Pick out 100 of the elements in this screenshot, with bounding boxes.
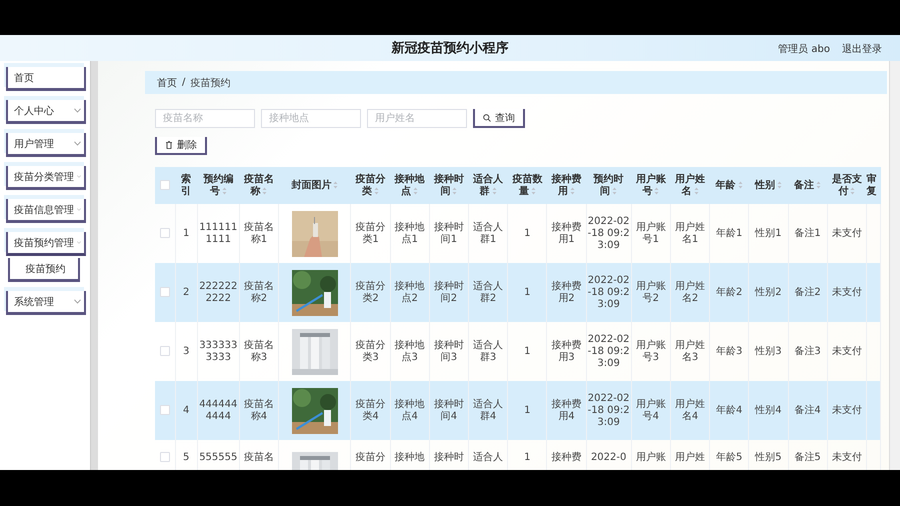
- scrollbar[interactable]: [889, 61, 900, 470]
- table-cell: 年龄5: [716, 452, 742, 464]
- search-field[interactable]: 疫苗名称: [155, 109, 255, 128]
- table-cell: 接种时: [434, 452, 464, 464]
- sort-icon: [413, 186, 418, 194]
- table-cell: 适合人: [473, 452, 504, 464]
- row-checkbox[interactable]: [160, 404, 170, 415]
- table-cell: 备注2: [794, 286, 821, 298]
- chevron-down-icon: [74, 141, 81, 146]
- table-cell: 性别3: [755, 346, 782, 358]
- column-header[interactable]: 年龄: [710, 167, 749, 204]
- column-header[interactable]: 接种时间: [429, 167, 468, 204]
- column-header[interactable]: 审复: [866, 167, 880, 204]
- table-cell: 用户姓: [675, 452, 706, 464]
- row-checkbox[interactable]: [160, 286, 170, 297]
- sort-icon: [222, 186, 227, 194]
- column-header[interactable]: 预约时间: [586, 167, 632, 204]
- table-cell: 性别4: [755, 404, 782, 416]
- table-cell: 接种地: [394, 452, 425, 464]
- column-header[interactable]: 备注: [788, 167, 828, 204]
- table-cell-text: 用户账号4: [634, 398, 667, 422]
- table-cell: 年龄2: [716, 286, 742, 298]
- table-cell: 1: [524, 286, 530, 298]
- table-cell-text: 用户账号2: [634, 280, 667, 304]
- row-checkbox[interactable]: [160, 346, 170, 356]
- column-header[interactable]: 性别: [748, 167, 788, 204]
- column-header[interactable]: 接种费用: [546, 167, 586, 204]
- table-cell: 2022-02-18 09:23:09: [588, 216, 630, 252]
- table-cell: 备注3: [794, 346, 821, 358]
- breadcrumb-link[interactable]: 首页: [157, 76, 177, 90]
- table-cell-text: 接种费用2: [550, 280, 582, 304]
- sort-icon: [654, 186, 660, 194]
- select-all-checkbox[interactable]: [160, 180, 170, 190]
- table-cell-text: 接种地点3: [394, 340, 426, 364]
- sort-icon: [738, 180, 743, 188]
- sort-icon: [776, 180, 782, 188]
- submenu-item[interactable]: 疫苗预约: [8, 258, 80, 282]
- column-header[interactable]: 用户账号: [631, 167, 670, 204]
- table-cell: 3333333333: [198, 340, 238, 364]
- column-header[interactable]: 预约编号: [197, 167, 240, 204]
- logout-link[interactable]: 退出登录: [842, 42, 882, 56]
- table-cell-text: 接种地点4: [394, 398, 426, 422]
- column-header[interactable]: 疫苗分类: [350, 167, 390, 204]
- table-cell: 性别1: [755, 228, 782, 240]
- table-cell-text: 用户账号1: [634, 222, 667, 246]
- table-cell: 用户账: [636, 452, 666, 464]
- table-cell-text: 接种时间1: [432, 222, 465, 246]
- breadcrumb-link[interactable]: 疫苗预约: [190, 76, 230, 90]
- row-checkbox[interactable]: [160, 228, 170, 238]
- table-cell-text: 适合人群3: [472, 340, 504, 364]
- table-cell: 未支付: [832, 346, 862, 358]
- delete-button[interactable]: 删除: [155, 137, 207, 155]
- table-cell: 未支付: [832, 286, 862, 298]
- scrollbar[interactable]: [90, 61, 98, 470]
- table-cell: 5: [182, 452, 190, 464]
- table-cell-text: 接种时间4: [432, 398, 465, 422]
- row-checkbox[interactable]: [160, 452, 170, 462]
- table-cell: 555555: [199, 452, 238, 464]
- table-cell: 2022-0: [590, 452, 626, 464]
- table-cell: 接种费: [551, 452, 582, 464]
- table-cell-text: 用户账号3: [634, 340, 667, 364]
- table-cell-text: 用户姓名2: [674, 280, 706, 304]
- column-header[interactable]: 接种地点: [390, 167, 430, 204]
- search-button[interactable]: 查询: [473, 109, 525, 128]
- table-cell: 未支付: [832, 228, 862, 240]
- sort-icon: [850, 186, 856, 194]
- column-header[interactable]: 疫苗数量: [508, 167, 547, 204]
- sort-icon: [374, 186, 380, 194]
- table-cell-text: 用户姓名3: [674, 340, 706, 364]
- table-cell-text: 疫苗名称2: [242, 280, 275, 304]
- column-header[interactable]: 索引: [175, 167, 198, 204]
- sort-icon: [492, 186, 497, 194]
- table-cell: 年龄1: [716, 228, 742, 240]
- search-field[interactable]: 接种地点: [261, 109, 361, 128]
- table-cell: 未支付: [832, 404, 862, 416]
- table-cell: 1: [524, 346, 530, 358]
- column-header[interactable]: 用户姓名: [670, 167, 710, 204]
- table-cell: 备注4: [794, 404, 821, 416]
- table-cell-text: 适合人群1: [472, 222, 504, 246]
- table-cell: 疫苗名: [244, 452, 274, 464]
- table-cell-text: 适合人群2: [472, 280, 504, 304]
- table-cell-text: 疫苗分类1: [354, 222, 387, 246]
- column-header[interactable]: 疫苗名称: [239, 167, 279, 204]
- table-cell: 1: [524, 228, 530, 240]
- table-cell-text: 接种时间2: [432, 280, 465, 304]
- column-header[interactable]: 是否支付: [827, 167, 866, 204]
- table-cell: 2022-02-18 09:23:09: [588, 392, 630, 428]
- search-field[interactable]: 用户姓名: [367, 109, 467, 128]
- table-cell: 疫苗分: [356, 452, 386, 464]
- app-title: 新冠疫苗预约小程序: [392, 40, 508, 57]
- table-cell-text: 疫苗名称4: [242, 398, 275, 422]
- table-cell: 1: [524, 404, 530, 416]
- table-cell: 年龄3: [716, 346, 742, 358]
- table-cell-text: 接种费用1: [550, 222, 582, 246]
- table-cell-text: 适合人群4: [472, 398, 504, 422]
- table-cell-text: 疫苗分类2: [354, 280, 387, 304]
- column-header[interactable]: 封面图片: [278, 167, 351, 204]
- table-cell-text: 接种地点2: [394, 280, 426, 304]
- column-header[interactable]: 适合人群: [468, 167, 508, 204]
- chevron-down-icon: [74, 108, 81, 113]
